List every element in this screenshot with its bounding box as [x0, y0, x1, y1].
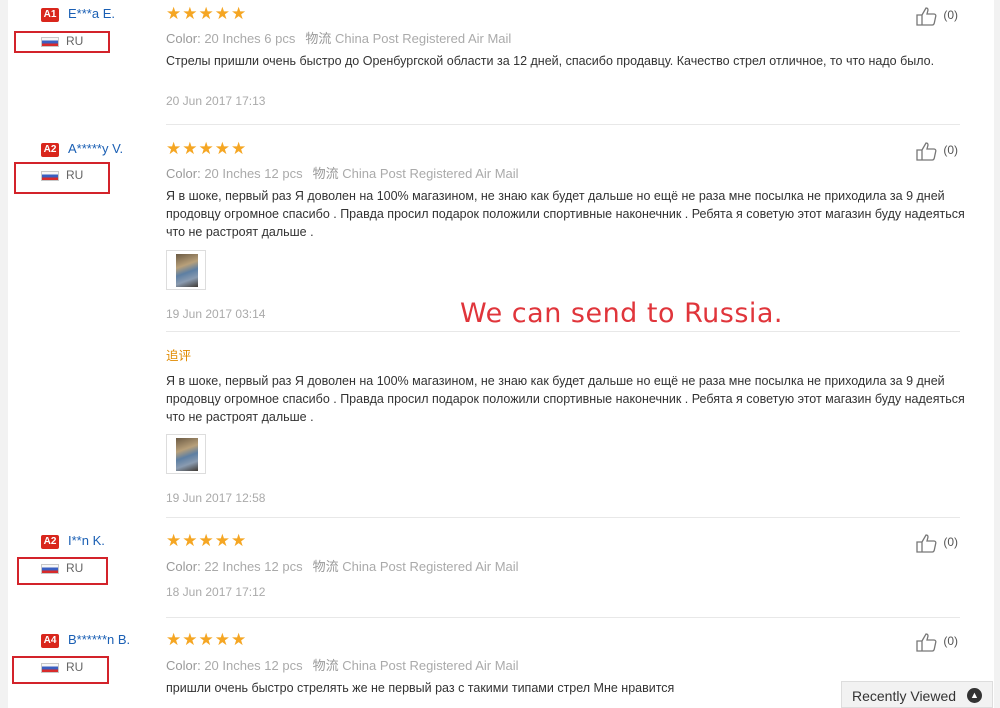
thumbs-up-icon: [916, 142, 937, 161]
order-info: Color: 20 Inches 6 pcs 物流 China Post Regi…: [166, 28, 511, 47]
color-label: Color:: [166, 658, 201, 673]
helpful-button[interactable]: (0): [916, 6, 958, 26]
shipping-value: China Post Registered Air Mail: [335, 31, 512, 46]
review-divider: [166, 124, 960, 125]
review-date: 19 Jun 2017 03:14: [166, 307, 266, 321]
helpful-button[interactable]: (0): [916, 141, 958, 161]
country-highlight-box: [12, 656, 109, 684]
shipping-label: 物流: [305, 31, 332, 46]
color-value: 22 Inches 12 pcs: [204, 559, 303, 574]
order-info: Color: 20 Inches 12 pcs 物流 China Post Reg…: [166, 655, 519, 674]
buyer-country: RU: [66, 34, 84, 48]
followup-photo: [176, 438, 198, 471]
russia-flag-icon: [41, 663, 59, 673]
recently-viewed-label: Recently Viewed: [852, 688, 957, 704]
russia-flag-icon: [41, 171, 59, 181]
recently-viewed-tab[interactable]: Recently Viewed ▲: [841, 681, 993, 708]
color-value: 20 Inches 6 pcs: [204, 31, 296, 46]
buyer-level-badge: A4: [41, 634, 59, 648]
thumbs-up-icon: [916, 534, 937, 553]
helpful-count: (0): [943, 143, 959, 158]
buyer-level-badge: A2: [41, 535, 59, 549]
helpful-count: (0): [943, 535, 959, 550]
thumbs-up-icon: [916, 7, 937, 26]
color-label: Color:: [166, 31, 201, 46]
rating-stars: ★★★★★: [166, 531, 248, 550]
buyer-name[interactable]: I**n K.: [68, 533, 105, 548]
buyer-country: RU: [66, 660, 84, 674]
shipping-value: China Post Registered Air Mail: [342, 559, 519, 574]
thumbs-up-icon: [916, 633, 937, 652]
shipping-label: 物流: [312, 658, 339, 673]
followup-date: 19 Jun 2017 12:58: [166, 491, 266, 505]
rating-stars: ★★★★★: [166, 4, 248, 23]
shipping-value: China Post Registered Air Mail: [342, 166, 519, 181]
review-divider: [166, 617, 960, 618]
country-highlight-box: [14, 162, 110, 194]
country-highlight-box: [17, 557, 108, 585]
color-label: Color:: [166, 559, 201, 574]
review-date: 20 Jun 2017 17:13: [166, 94, 266, 108]
order-info: Color: 20 Inches 12 pcs 物流 China Post Reg…: [166, 163, 519, 182]
buyer-level-badge: A1: [41, 8, 59, 22]
review-text: Стрелы пришли очень быстро до Оренбургск…: [166, 54, 935, 68]
review-photo: [176, 254, 198, 287]
buyer-name[interactable]: B******n B.: [68, 632, 130, 647]
buyer-level-badge: A2: [41, 143, 59, 157]
order-info: Color: 22 Inches 12 pcs 物流 China Post Reg…: [166, 556, 519, 575]
left-frame: [0, 0, 8, 708]
shipping-label: 物流: [312, 559, 339, 574]
color-value: 20 Inches 12 pcs: [204, 166, 303, 181]
review-text: Я в шоке, первый раз Я доволен на 100% м…: [166, 189, 965, 239]
russia-flag-icon: [41, 564, 59, 574]
followup-label: 追评: [166, 349, 192, 363]
followup-photo-thumbnail[interactable]: [166, 434, 206, 474]
followup-text: Я в шоке, первый раз Я доволен на 100% м…: [166, 374, 965, 424]
chevron-up-icon: ▲: [967, 688, 982, 703]
right-frame: [994, 0, 1000, 708]
russia-flag-icon: [41, 37, 59, 47]
rating-stars: ★★★★★: [166, 630, 248, 649]
helpful-button[interactable]: (0): [916, 632, 958, 652]
buyer-name[interactable]: A*****y V.: [68, 141, 123, 156]
buyer-country: RU: [66, 561, 84, 575]
helpful-count: (0): [943, 634, 959, 649]
rating-stars: ★★★★★: [166, 139, 248, 158]
followup-divider: [166, 331, 960, 332]
helpful-button[interactable]: (0): [916, 533, 958, 553]
shipping-label: 物流: [312, 166, 339, 181]
helpful-count: (0): [943, 8, 959, 23]
review-date: 18 Jun 2017 17:12: [166, 585, 266, 599]
color-label: Color:: [166, 166, 201, 181]
watermark-text: We can send to Russia.: [460, 298, 784, 329]
buyer-name[interactable]: E***a E.: [68, 6, 115, 21]
color-value: 20 Inches 12 pcs: [204, 658, 303, 673]
buyer-country: RU: [66, 168, 84, 182]
country-highlight-box: [14, 31, 110, 53]
review-photo-thumbnail[interactable]: [166, 250, 206, 290]
review-divider: [166, 517, 960, 518]
shipping-value: China Post Registered Air Mail: [342, 658, 519, 673]
